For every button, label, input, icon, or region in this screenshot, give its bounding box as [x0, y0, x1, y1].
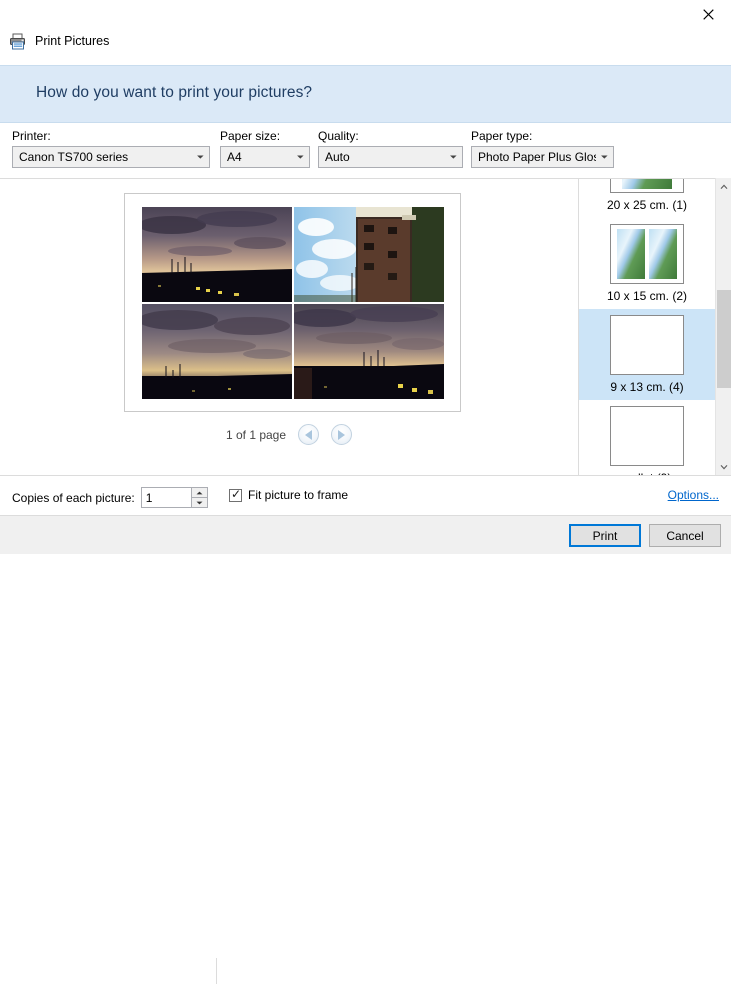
paper-size-label: Paper size: — [220, 129, 281, 143]
cancel-button[interactable]: Cancel — [649, 524, 721, 547]
preview-photo-3 — [142, 304, 292, 399]
lower-settings-bar: Copies of each picture: 1 ✓ Fit picture … — [0, 475, 731, 984]
paper-type-field: Paper type: Photo Paper Plus Gloss ⏷ — [471, 130, 614, 168]
next-page-button[interactable] — [331, 424, 353, 445]
copies-label: Copies of each picture: — [12, 490, 135, 505]
paper-size-value: A4 — [227, 150, 242, 164]
paper-type-select[interactable]: Photo Paper Plus Gloss ⏷ — [471, 146, 614, 168]
page-indicator: 1 of 1 page — [225, 427, 287, 442]
chevron-down-icon: ⏷ — [296, 151, 305, 162]
close-button[interactable] — [685, 0, 731, 28]
layout-option-20x25[interactable]: 20 x 25 cm. (1) — [579, 179, 715, 218]
photo-grid — [142, 207, 444, 401]
chevron-down-icon: ⏷ — [600, 151, 609, 162]
settings-divider — [216, 958, 217, 984]
instruction-band: How do you want to print your pictures? — [0, 65, 731, 123]
print-button[interactable]: Print — [569, 524, 641, 547]
chevron-down-icon — [720, 464, 728, 469]
fit-picture-label: Fit picture to frame — [248, 488, 349, 502]
copies-field: Copies of each picture: — [12, 487, 208, 508]
chevron-up-icon — [720, 184, 728, 189]
scrollbar-thumb[interactable] — [717, 290, 731, 388]
layout-thumb-4up — [610, 315, 684, 375]
fit-picture-checkbox[interactable]: ✓ — [229, 486, 242, 502]
spinner-down-icon — [196, 501, 203, 504]
copies-stepper[interactable] — [140, 487, 208, 508]
quality-value: Auto — [325, 150, 350, 164]
layout-list[interactable]: 20 x 25 cm. (1) 10 x 15 cm. (2) 9 x 13 c… — [579, 179, 731, 476]
arrow-left-icon — [305, 429, 313, 440]
window-title: Print Pictures — [35, 34, 110, 49]
print-options-row: Printer: Canon TS700 series ⏷ Paper size… — [0, 123, 731, 281]
preview-panel: 1 of 1 page — [0, 179, 578, 476]
printer-value: Canon TS700 series — [19, 150, 129, 164]
layout-option-10x15[interactable]: 10 x 15 cm. (2) — [579, 218, 715, 309]
scroll-up-button[interactable] — [716, 178, 731, 195]
layout-label: 9 x 13 cm. (4) — [610, 380, 684, 394]
printer-field: Printer: Canon TS700 series ⏷ — [12, 130, 210, 168]
layout-label: 10 x 15 cm. (2) — [606, 289, 688, 303]
print-pictures-dialog: Print Pictures How do you want to print … — [0, 0, 731, 984]
copies-increment-button[interactable] — [190, 487, 208, 497]
paper-size-select[interactable]: A4 ⏷ — [220, 146, 310, 168]
copies-input[interactable] — [140, 487, 191, 508]
spinner-up-icon — [196, 491, 203, 494]
layout-thumb-9up — [610, 406, 684, 466]
layout-label: 20 x 25 cm. (1) — [606, 198, 688, 212]
page-title: How do you want to print your pictures? — [36, 84, 313, 101]
chevron-down-icon: ⏷ — [449, 151, 458, 162]
layout-option-wallet[interactable]: wallet (9) — [579, 400, 715, 476]
printer-icon — [9, 33, 27, 50]
paper-type-value: Photo Paper Plus Gloss — [478, 150, 596, 164]
app-title: Print Pictures — [9, 33, 109, 50]
layout-thumb-1up — [610, 179, 684, 193]
layout-list-scrollbar[interactable] — [715, 178, 731, 475]
layout-option-9x13[interactable]: 9 x 13 cm. (4) — [579, 309, 715, 400]
layout-thumb-2up — [610, 224, 684, 284]
fit-picture-checkbox-group[interactable]: ✓ Fit picture to frame — [229, 486, 349, 502]
printer-select[interactable]: Canon TS700 series ⏷ — [12, 146, 210, 168]
quality-field: Quality: Auto ⏷ — [318, 130, 463, 168]
content-area: 1 of 1 page 20 x 25 cm. (1) 10 x 15 cm. … — [0, 178, 731, 476]
panel-divider — [578, 178, 579, 475]
printer-label: Printer: — [12, 129, 51, 143]
check-icon: ✓ — [231, 486, 242, 501]
copies-decrement-button[interactable] — [190, 497, 208, 508]
dialog-footer: Print Cancel — [0, 515, 731, 554]
arrow-right-icon — [338, 429, 346, 440]
scroll-down-button[interactable] — [716, 458, 731, 475]
quality-select[interactable]: Auto ⏷ — [318, 146, 463, 168]
paper-type-label: Paper type: — [471, 129, 533, 143]
chevron-down-icon: ⏷ — [196, 151, 205, 162]
paper-size-field: Paper size: A4 ⏷ — [220, 130, 310, 168]
previous-page-button[interactable] — [298, 424, 320, 445]
quality-label: Quality: — [318, 129, 359, 143]
preview-photo-2-rotated — [294, 207, 444, 302]
page-preview[interactable] — [124, 193, 461, 412]
close-icon — [702, 8, 714, 20]
preview-photo-4 — [294, 304, 444, 399]
title-bar: Print Pictures — [0, 0, 731, 65]
options-link[interactable]: Options... — [668, 488, 719, 502]
page-navigation: 1 of 1 page — [0, 424, 578, 445]
preview-photo-1 — [142, 207, 292, 302]
